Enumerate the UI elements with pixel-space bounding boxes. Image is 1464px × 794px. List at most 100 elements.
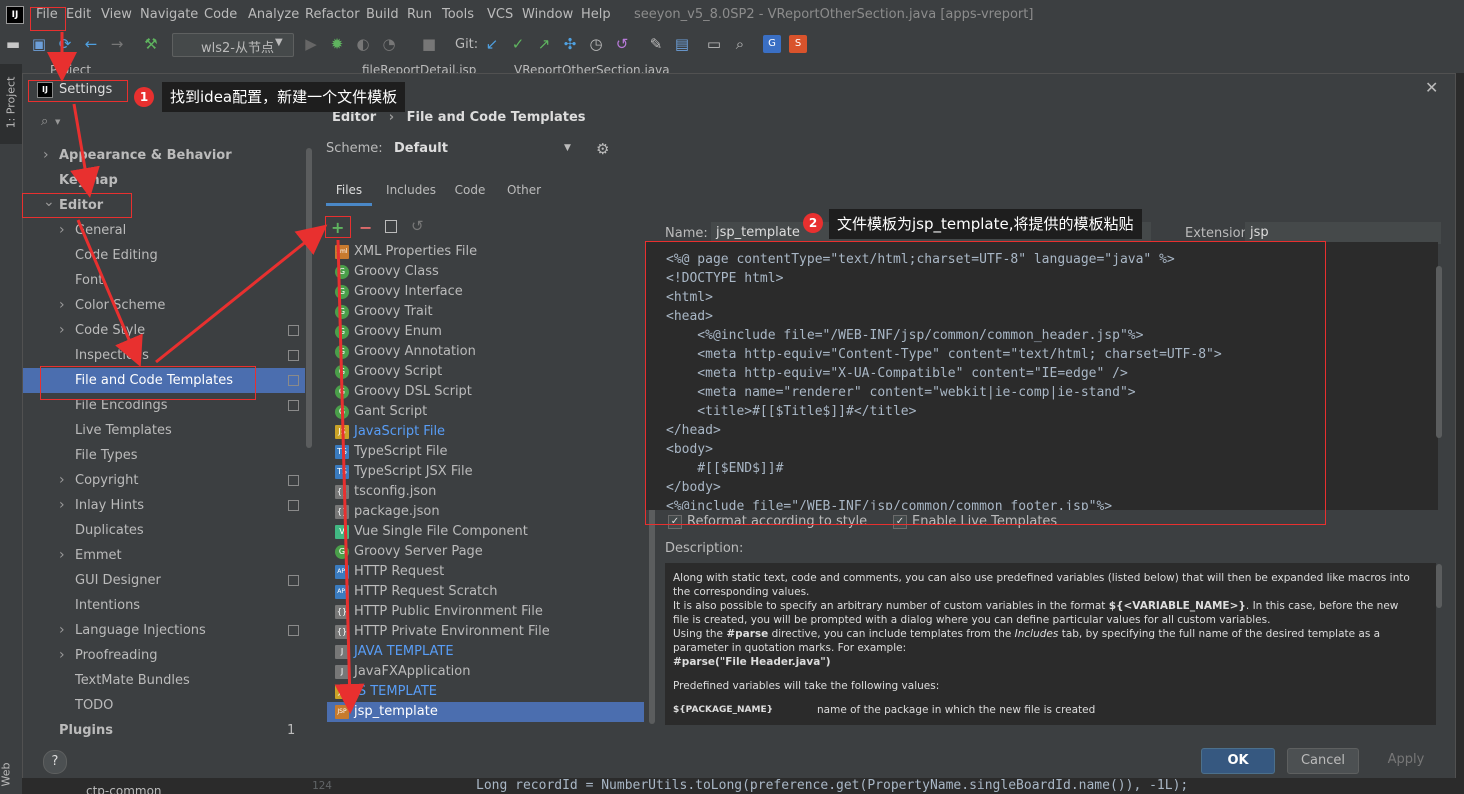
template-list-item[interactable]: {} tsconfig.json — [327, 482, 644, 502]
chevron-right-icon[interactable]: › — [59, 643, 65, 668]
template-list-item[interactable]: G Groovy Script — [327, 362, 644, 382]
run-icon[interactable]: ▶ — [302, 35, 320, 53]
apply-button[interactable]: Apply — [1371, 748, 1441, 772]
template-list-item[interactable]: J JAVA TEMPLATE — [327, 642, 644, 662]
chevron-right-icon[interactable]: › — [59, 618, 65, 643]
template-list-item[interactable]: {} HTTP Public Environment File — [327, 602, 644, 622]
translate-icon[interactable]: G — [763, 35, 781, 53]
scheme-select[interactable]: Default ▼ — [384, 137, 580, 161]
menu-code[interactable]: Code — [204, 7, 237, 22]
run-config-select[interactable]: wls2-从节点 ▼ — [172, 33, 294, 57]
tree-item[interactable]: › General — [23, 218, 305, 243]
cancel-button[interactable]: Cancel — [1287, 748, 1359, 774]
project-tool-tab[interactable]: 1: Project — [0, 64, 22, 144]
tree-item[interactable]: › Emmet — [23, 543, 305, 568]
description-scrollbar[interactable] — [1436, 564, 1442, 608]
chevron-right-icon[interactable]: › — [59, 293, 65, 318]
menu-vcs[interactable]: VCS — [487, 7, 513, 22]
stop-icon[interactable]: ■ — [420, 35, 438, 53]
sync-icon[interactable]: ⟳ — [56, 35, 74, 53]
template-list-item[interactable]: G Groovy DSL Script — [327, 382, 644, 402]
template-list-item[interactable]: G Groovy Class — [327, 262, 644, 282]
menu-window[interactable]: Window — [522, 7, 573, 22]
tab-includes[interactable]: Includes — [381, 178, 441, 206]
tab-files[interactable]: Files — [326, 178, 372, 206]
menu-edit[interactable]: Edit — [66, 7, 91, 22]
tree-item[interactable]: Code Editing — [23, 243, 305, 268]
tree-item[interactable]: › Appearance & Behavior — [23, 143, 305, 168]
side-web-label[interactable]: Web — [0, 763, 12, 787]
translate-alt-icon[interactable]: S — [789, 35, 807, 53]
menu-analyze[interactable]: Analyze — [248, 7, 299, 22]
save-icon[interactable]: ▣ — [30, 35, 48, 53]
remove-template-icon[interactable]: − — [359, 218, 372, 237]
settings-search-input[interactable]: ⌕ ▼ — [33, 110, 301, 136]
forward-icon[interactable]: → — [108, 35, 126, 53]
tab-code[interactable]: Code — [448, 178, 492, 206]
tree-item[interactable]: › Copyright — [23, 468, 305, 493]
tree-item[interactable]: Keymap — [23, 168, 305, 193]
chevron-right-icon[interactable]: › — [43, 143, 49, 168]
template-list-item[interactable]: G Groovy Interface — [327, 282, 644, 302]
chevron-right-icon[interactable]: › — [59, 318, 65, 343]
tree-item[interactable]: Duplicates — [23, 518, 305, 543]
debug-icon[interactable]: ✹ — [328, 35, 346, 53]
back-icon[interactable]: ← — [82, 35, 100, 53]
template-list-item[interactable]: TS TypeScript File — [327, 442, 644, 462]
template-list-item[interactable]: {} package.json — [327, 502, 644, 522]
template-list-item[interactable]: JSP jsp_template — [327, 702, 644, 722]
close-icon[interactable]: ✕ — [1425, 78, 1438, 97]
template-list-item[interactable]: V Vue Single File Component — [327, 522, 644, 542]
build-hammer-icon[interactable]: ⚒ — [142, 35, 160, 53]
menu-refactor[interactable]: Refactor — [305, 7, 360, 22]
template-list-item[interactable]: G Groovy Trait — [327, 302, 644, 322]
template-list-item[interactable]: xml XML Properties File — [327, 242, 644, 262]
template-list-item[interactable]: G Groovy Annotation — [327, 342, 644, 362]
menu-tools[interactable]: Tools — [442, 7, 474, 22]
menu-view[interactable]: View — [101, 7, 132, 22]
tree-item[interactable]: › Inlay Hints — [23, 493, 305, 518]
tree-item[interactable]: Intentions — [23, 593, 305, 618]
chevron-right-icon[interactable]: › — [59, 468, 65, 493]
search-everywhere-icon[interactable]: ⌕ — [731, 35, 749, 53]
tab-other[interactable]: Other — [501, 178, 547, 206]
reset-template-icon[interactable]: ↺ — [411, 217, 424, 235]
coverage-icon[interactable]: ◐ — [354, 35, 372, 53]
tree-item[interactable]: › Code Style — [23, 318, 305, 343]
tree-item[interactable]: › Language Injections — [23, 618, 305, 643]
chevron-right-icon[interactable]: › — [59, 493, 65, 518]
tree-item[interactable]: GUI Designer — [23, 568, 305, 593]
project-structure-icon[interactable]: ▤ — [673, 35, 691, 53]
git-push-icon[interactable]: ↗ — [535, 35, 553, 53]
copy-template-icon[interactable] — [385, 220, 397, 233]
git-history-icon[interactable]: ◷ — [587, 35, 605, 53]
tree-item[interactable]: Live Templates — [23, 418, 305, 443]
menu-build[interactable]: Build — [366, 7, 399, 22]
profile-icon[interactable]: ◔ — [380, 35, 398, 53]
template-list-item[interactable]: G Groovy Enum — [327, 322, 644, 342]
template-list-item[interactable]: G Gant Script — [327, 402, 644, 422]
tree-item[interactable]: › Proofreading — [23, 643, 305, 668]
breadcrumb-parent[interactable]: Editor — [332, 110, 376, 125]
tree-item[interactable]: Inspections — [23, 343, 305, 368]
open-folder-icon[interactable]: ▬ — [4, 35, 22, 53]
template-list-item[interactable]: G Groovy Server Page — [327, 542, 644, 562]
menu-help[interactable]: Help — [581, 7, 611, 22]
tree-item[interactable]: Font — [23, 268, 305, 293]
menu-navigate[interactable]: Navigate — [140, 7, 198, 22]
git-update-icon[interactable]: ↙ — [483, 35, 501, 53]
ok-button[interactable]: OK — [1201, 748, 1275, 774]
editor-tab-jsp[interactable]: fileReportDetail.jsp — [362, 63, 476, 73]
tree-item[interactable]: TODO — [23, 693, 305, 718]
help-button[interactable]: ? — [43, 750, 67, 774]
editor-scrollbar[interactable] — [1436, 266, 1442, 438]
git-commit-icon[interactable]: ✓ — [509, 35, 527, 53]
chevron-right-icon[interactable]: › — [59, 543, 65, 568]
git-compare-icon[interactable]: ✣ — [561, 35, 579, 53]
tree-item[interactable]: Plugins 1 — [23, 718, 305, 743]
chevron-right-icon[interactable]: › — [59, 218, 65, 243]
template-list-item[interactable]: JS JS TEMPLATE — [327, 682, 644, 702]
template-list-item[interactable]: API HTTP Request — [327, 562, 644, 582]
tree-scrollbar[interactable] — [306, 148, 312, 448]
tree-item[interactable]: TextMate Bundles — [23, 668, 305, 693]
